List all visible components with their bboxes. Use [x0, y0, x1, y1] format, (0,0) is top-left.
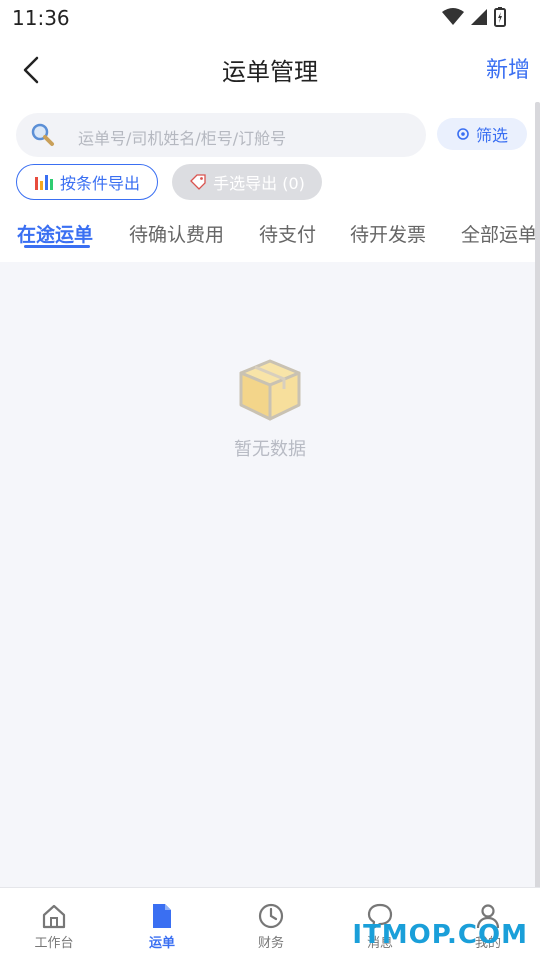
tab-pending-fee[interactable]: 待确认费用	[129, 220, 224, 247]
export-by-condition-label: 按条件导出	[59, 174, 140, 193]
bar-chart-icon	[34, 175, 53, 190]
search-input[interactable]: 运单号/司机姓名/柜号/订舱号	[78, 125, 286, 149]
tab-pending-invoice[interactable]: 待开发票	[350, 220, 426, 247]
search-icon	[31, 123, 54, 146]
wifi-icon	[442, 8, 464, 25]
tab-all-orders[interactable]: 全部运单	[461, 220, 537, 247]
filter-button[interactable]: 筛选	[437, 118, 527, 150]
tabbar-label-finance: 财务	[257, 936, 284, 951]
tabbar-item-workbench[interactable]: 工作台	[9, 902, 99, 951]
tabbar-label-workbench: 工作台	[34, 936, 74, 951]
manual-export-label: 手选导出 (0)	[213, 174, 305, 193]
gear-icon	[457, 128, 469, 140]
document-icon	[153, 904, 171, 928]
empty-text: 暂无数据	[234, 439, 306, 460]
home-icon	[42, 904, 66, 929]
tab-pending-payment[interactable]: 待支付	[259, 220, 316, 247]
tabbar-label-waybill: 运单	[148, 936, 175, 951]
active-tab-indicator	[24, 245, 90, 248]
empty-state: 暂无数据	[0, 355, 540, 461]
tab-in-transit[interactable]: 在途运单	[17, 220, 93, 247]
manual-export-button[interactable]: 手选导出 (0)	[172, 164, 322, 200]
signal-icon	[471, 9, 487, 25]
search-box[interactable]: 运单号/司机姓名/柜号/订舱号	[16, 113, 426, 157]
status-time: 11:36	[12, 6, 70, 30]
add-button[interactable]: 新增	[486, 52, 530, 84]
watermark: ITMOP.COM	[352, 920, 528, 950]
status-tabs: 在途运单 待确认费用 待支付 待开发票 全部运单	[0, 212, 540, 262]
toolbar-section: 运单号/司机姓名/柜号/订舱号 筛选 按条件导出 手选导出 (0) 在途运单 待…	[0, 100, 540, 262]
app-header: 运单管理 新增	[0, 36, 540, 100]
battery-icon	[494, 7, 506, 27]
filter-label: 筛选	[475, 126, 508, 145]
scrollbar[interactable]	[535, 102, 540, 892]
page-title: 运单管理	[222, 58, 318, 86]
status-bar: 11:36	[0, 0, 540, 36]
tabbar-item-finance[interactable]: 财务	[226, 902, 316, 951]
tabbar-item-waybill[interactable]: 运单	[117, 902, 207, 951]
export-by-condition-button[interactable]: 按条件导出	[16, 164, 158, 200]
tag-icon	[190, 174, 206, 190]
status-icons	[442, 7, 506, 27]
clock-icon	[258, 903, 284, 929]
empty-box-icon	[239, 359, 301, 421]
